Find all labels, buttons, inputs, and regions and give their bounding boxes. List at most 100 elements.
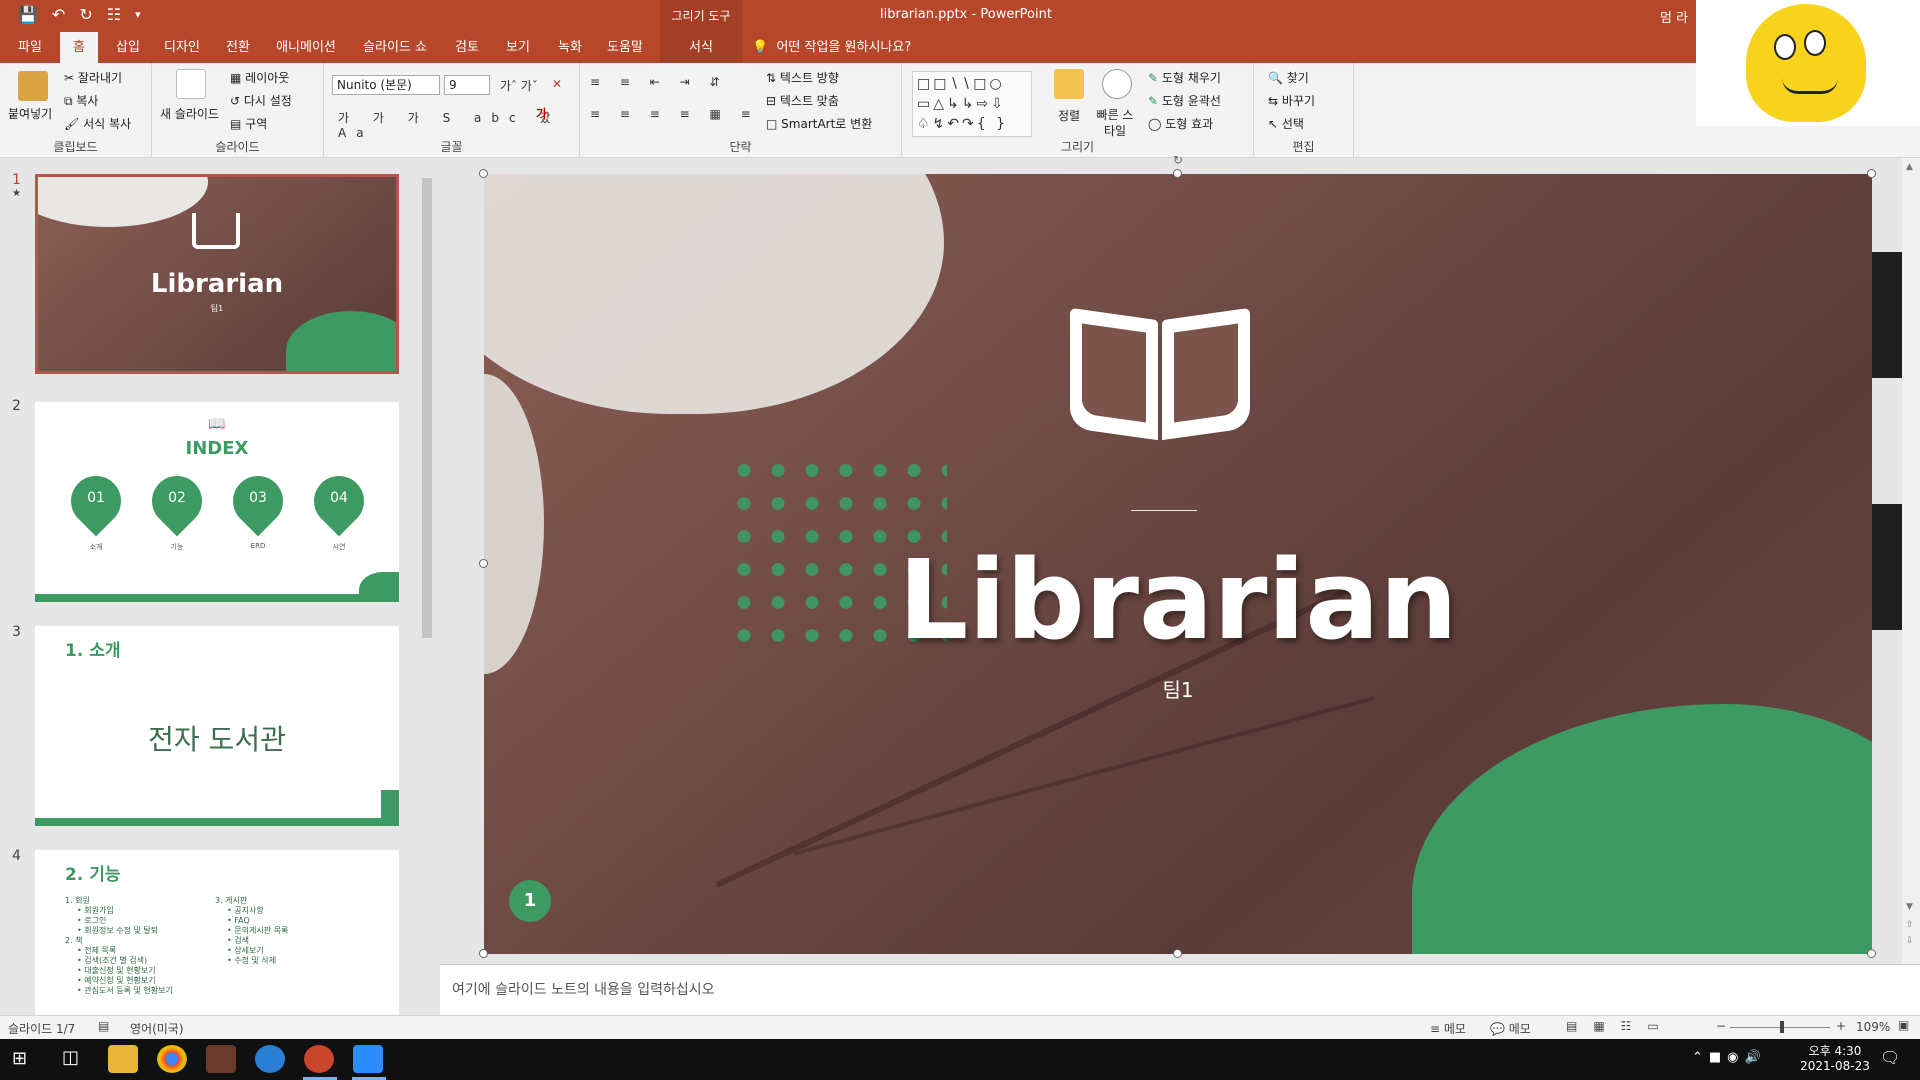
comments-toggle[interactable]: 💬 메모 <box>1490 1020 1531 1037</box>
section-button[interactable]: ▤ 구역 <box>230 115 267 132</box>
notes-toggle[interactable]: ≡ 메모 <box>1430 1020 1466 1037</box>
quick-styles-icon[interactable] <box>1102 69 1132 99</box>
scrollbar-thumb[interactable] <box>422 178 432 638</box>
text-direction-button[interactable]: ⇅ 텍스트 방향 <box>766 69 839 86</box>
thumbnail-slide-4[interactable]: 2. 기능 1. 회원 • 회원가입 • 로그인 • 회원정보 수정 및 탈퇴 2. 책… <box>35 850 399 1015</box>
thumb-title: 1. 소개 <box>65 641 121 661</box>
align-text-button[interactable]: ⊟ 텍스트 맞춤 <box>766 92 839 109</box>
smartart-button[interactable]: □ SmartArt로 변환 <box>766 115 872 132</box>
format-painter-button[interactable]: 🖌 서식 복사 <box>64 115 131 132</box>
arrange-button[interactable]: 정렬 <box>1058 107 1080 124</box>
find-button[interactable]: 🔍 찾기 <box>1268 69 1309 86</box>
user-name[interactable]: 멈 라 <box>1660 7 1688 26</box>
rotate-handle[interactable]: ↻ <box>1173 154 1183 166</box>
language-status[interactable]: 영어(미국) <box>130 1020 184 1037</box>
redo-icon[interactable]: ↻ <box>79 6 92 24</box>
zoom-out-icon[interactable]: − <box>1716 1019 1726 1033</box>
tell-me-box[interactable]: 💡 어떤 작업을 원하시나요? <box>752 32 911 63</box>
quick-styles-button[interactable]: 빠른 스타일 <box>1092 107 1138 139</box>
spell-check-icon[interactable]: ▤ <box>98 1019 109 1033</box>
resize-handle[interactable] <box>479 169 488 178</box>
chrome-icon[interactable] <box>157 1045 187 1073</box>
zoom-in-icon[interactable]: + <box>1836 1019 1846 1033</box>
shapes-gallery[interactable]: □□∖∖□○ ▭△↳↳⇨⇩ ♤↯↶↷{ } <box>912 71 1032 137</box>
tab-review[interactable]: 검토 <box>448 32 486 63</box>
resize-handle[interactable] <box>1173 169 1182 178</box>
tab-animations[interactable]: 애니메이션 <box>270 32 342 63</box>
new-slide-icon[interactable] <box>176 69 206 99</box>
resize-handle[interactable] <box>1867 169 1876 178</box>
tab-home[interactable]: 홈 <box>60 32 98 63</box>
tab-format[interactable]: 서식 <box>660 32 742 63</box>
customize-qat-icon[interactable]: ▾ <box>135 6 141 24</box>
page-number-badge: 1 <box>509 880 551 922</box>
slide-number-4: 4 <box>12 848 21 864</box>
index-item: 04 <box>330 490 348 506</box>
system-tray-icons[interactable]: ⌃■◉🔊 <box>1692 1050 1767 1065</box>
clock[interactable]: 오후 4:30 2021-08-23 <box>1790 1042 1880 1073</box>
presentation-start-icon[interactable]: ☷ <box>107 6 121 24</box>
cut-button[interactable]: ✂ 잘라내기 <box>64 69 122 86</box>
edge-icon[interactable] <box>255 1045 285 1073</box>
video-tile-1[interactable] <box>1696 0 1920 126</box>
zoom-slider-thumb[interactable] <box>1780 1021 1784 1033</box>
quick-access-toolbar: 💾 ↶ ↻ ☷ ▾ <box>18 6 141 24</box>
layout-button[interactable]: ▦ 레이아웃 <box>230 69 289 86</box>
thumbnail-scrollbar[interactable] <box>420 162 434 1015</box>
zoom-level[interactable]: 109% <box>1856 1020 1890 1034</box>
tab-transitions[interactable]: 전환 <box>216 32 260 63</box>
slide-scrollbar[interactable]: ▲ ▼ ⇧ ⇩ <box>1902 158 1920 964</box>
tab-help[interactable]: 도움말 <box>600 32 650 63</box>
align-icons[interactable]: ≡ ≡ ≡ ≡ ▦ ≡ <box>590 107 759 121</box>
notes-placeholder[interactable]: 여기에 슬라이드 노트의 내용을 입력하십시오 <box>452 979 715 999</box>
reset-button[interactable]: ↺ 다시 설정 <box>230 92 292 109</box>
grow-font-icon[interactable]: 가ˆ 가ˇ <box>500 77 538 94</box>
tab-insert[interactable]: 삽입 <box>108 32 148 63</box>
thumbnail-slide-2[interactable]: 📖 INDEX 01 02 03 04 소개 기능 ERD 시연 <box>35 402 399 602</box>
replace-button[interactable]: ⇆ 바꾸기 <box>1268 92 1315 109</box>
undo-icon[interactable]: ↶ <box>52 6 65 24</box>
shape-outline-button[interactable]: ✎ 도형 윤곽선 <box>1148 92 1221 109</box>
copy-button[interactable]: ⧉ 복사 <box>64 92 98 109</box>
arrange-icon[interactable] <box>1054 69 1084 99</box>
zoom-app-icon[interactable] <box>353 1045 383 1073</box>
tab-record[interactable]: 녹화 <box>550 32 590 63</box>
shape-effects-button[interactable]: ◯ 도형 효과 <box>1148 115 1213 132</box>
font-name-combo[interactable]: Nunito (본문) <box>332 75 440 95</box>
font-size-combo[interactable]: 9 <box>444 75 490 95</box>
fit-slide-icon[interactable]: ▣ <box>1898 1018 1909 1032</box>
task-view-icon[interactable]: ◫ <box>62 1047 79 1068</box>
tab-slideshow[interactable]: 슬라이드 쇼 <box>352 32 438 63</box>
app-icon[interactable] <box>206 1045 236 1073</box>
shape-fill-button[interactable]: ✎ 도형 채우기 <box>1148 69 1221 86</box>
resize-handle[interactable] <box>479 559 488 568</box>
font-color-icon[interactable]: 가 <box>536 105 547 122</box>
resize-handle[interactable] <box>479 949 488 958</box>
view-buttons[interactable]: ▤▦☷▭ <box>1566 1019 1675 1033</box>
list-icons[interactable]: ≡ ≡ ⇤ ⇥ ⇵ <box>590 75 728 89</box>
resize-handle[interactable] <box>1173 949 1182 958</box>
new-slide-button[interactable]: 새 슬라이드 <box>160 105 219 122</box>
tab-view[interactable]: 보기 <box>496 32 540 63</box>
paste-button[interactable]: 붙여넣기 <box>8 105 52 122</box>
paste-icon[interactable] <box>18 71 48 101</box>
notification-icon[interactable]: 🗨 <box>1880 1048 1900 1067</box>
notes-pane[interactable]: 여기에 슬라이드 노트의 내용을 입력하십시오 <box>440 964 1920 1015</box>
select-button[interactable]: ↖ 선택 <box>1268 115 1304 132</box>
book-icon <box>192 213 240 249</box>
index-caption: 시연 <box>332 543 346 551</box>
thumbnail-slide-3[interactable]: 1. 소개 전자 도서관 <box>35 626 399 826</box>
slide-subtitle[interactable]: 팀1 <box>484 674 1872 703</box>
save-icon[interactable]: 💾 <box>18 6 38 24</box>
file-explorer-icon[interactable] <box>108 1045 138 1073</box>
editing-group: 🔍 찾기 ⇆ 바꾸기 ↖ 선택 편집 <box>1254 63 1354 158</box>
tab-file[interactable]: 파일 <box>10 32 50 63</box>
main-slide-canvas[interactable]: Librarian 팀1 1 <box>484 174 1872 954</box>
clear-format-icon[interactable]: ✕ <box>552 77 562 91</box>
slide-title[interactable]: Librarian <box>484 536 1872 664</box>
windows-start-icon[interactable]: ⊞ <box>12 1048 27 1069</box>
powerpoint-icon[interactable] <box>304 1045 334 1073</box>
resize-handle[interactable] <box>1867 949 1876 958</box>
thumbnail-slide-1[interactable]: Librarian 팀1 <box>35 174 399 374</box>
tab-design[interactable]: 디자인 <box>158 32 206 63</box>
